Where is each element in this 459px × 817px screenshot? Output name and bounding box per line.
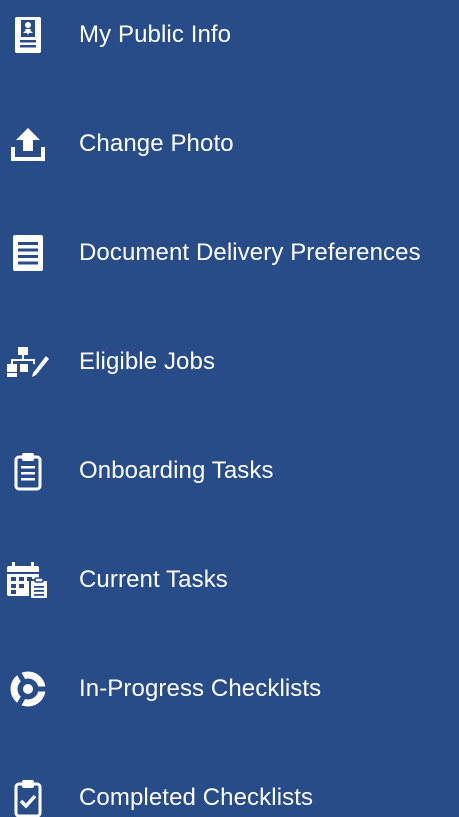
menu-item-my-public-info[interactable]: My Public Info [0,4,459,66]
progress-cycle-icon [6,667,50,711]
menu-item-onboarding-tasks[interactable]: Onboarding Tasks [0,440,459,502]
menu-item-label: Eligible Jobs [79,348,216,375]
upload-icon [6,122,50,166]
menu-item-change-photo[interactable]: Change Photo [0,113,459,175]
menu-item-label: My Public Info [79,21,232,48]
menu-item-label: Current Tasks [79,566,228,593]
org-chart-edit-icon [6,340,50,384]
menu-item-label: Document Delivery Preferences [79,239,421,266]
clipboard-list-icon [6,449,50,493]
menu-item-document-delivery-preferences[interactable]: Document Delivery Preferences [0,222,459,284]
menu-item-label: Change Photo [79,130,234,157]
id-card-icon [6,13,50,57]
menu-item-current-tasks[interactable]: Current Tasks [0,549,459,611]
menu-item-label: Completed Checklists [79,784,314,811]
menu-item-eligible-jobs[interactable]: Eligible Jobs [0,331,459,393]
menu-item-label: In-Progress Checklists [79,675,322,702]
menu-item-label: Onboarding Tasks [79,457,274,484]
clipboard-check-icon [6,776,50,817]
calendar-tasks-icon [6,558,50,602]
side-menu: My Public Info Change Photo Document Del… [0,0,459,817]
document-icon [6,231,50,275]
menu-item-in-progress-checklists[interactable]: In-Progress Checklists [0,658,459,720]
menu-item-completed-checklists[interactable]: Completed Checklists [0,767,459,817]
